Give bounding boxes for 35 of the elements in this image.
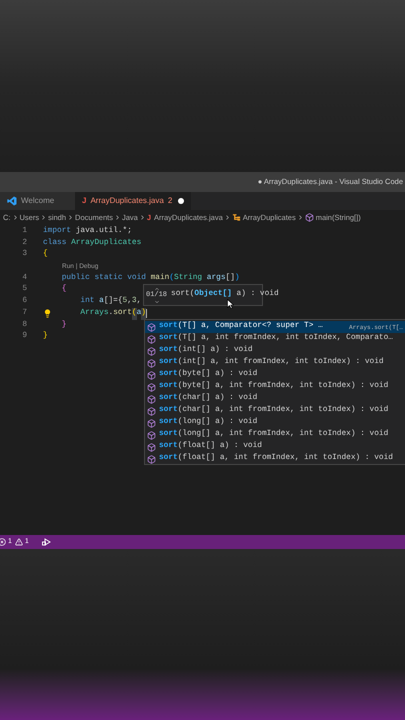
chevron-icon [138, 214, 146, 221]
tab-label: ArrayDuplicates.java [90, 195, 164, 207]
chevron-icon [224, 214, 231, 221]
previous-icon[interactable] [154, 286, 160, 292]
run-debug-icon[interactable] [42, 538, 51, 546]
method-icon [147, 382, 156, 392]
method-icon [147, 442, 156, 452]
method-icon [147, 370, 156, 380]
next-icon[interactable] [154, 298, 160, 304]
method-icon [147, 394, 156, 404]
method-icon [147, 322, 156, 332]
chevron-icon [40, 214, 48, 221]
method-icon [147, 334, 156, 344]
method-icon [147, 454, 156, 464]
chevron-icon [296, 214, 304, 221]
lightbulb-icon[interactable] [43, 309, 52, 318]
warning-icon[interactable] [14, 538, 23, 546]
chevron-icon [114, 214, 121, 221]
method-icon [147, 406, 156, 416]
tab-label: Welcome [21, 195, 54, 207]
mouse-pointer-icon [227, 299, 234, 309]
class-icon [232, 213, 241, 222]
java-file-icon: J [82, 195, 86, 207]
editor-logo-icon [7, 196, 17, 206]
chevron-icon [67, 214, 74, 221]
chevron-icon [12, 214, 18, 221]
editor-tab[interactable]: Welcome [0, 192, 75, 210]
method-icon [147, 418, 156, 428]
problem-count: 2 [168, 195, 172, 207]
editor-tab[interactable]: J ArrayDuplicates.java 2 [75, 192, 192, 210]
method-icon [304, 213, 314, 222]
method-icon [147, 358, 156, 368]
method-icon [147, 346, 156, 356]
method-icon [147, 430, 156, 440]
error-icon[interactable] [0, 538, 6, 546]
